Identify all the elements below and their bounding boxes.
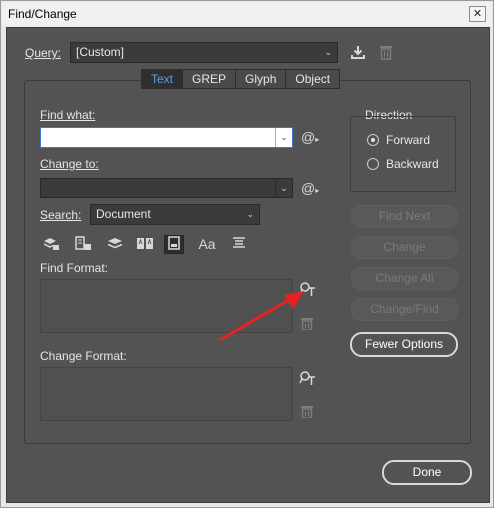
- chevron-down-icon: ⌄: [246, 209, 254, 219]
- whole-word-icon[interactable]: [229, 235, 249, 254]
- chevron-down-icon: ⌄: [324, 47, 332, 57]
- fewer-options-button[interactable]: Fewer Options: [350, 332, 458, 357]
- change-history-chevron-icon[interactable]: ⌄: [275, 179, 292, 197]
- change-special-glyph: @: [301, 180, 316, 196]
- done-button[interactable]: Done: [382, 460, 472, 485]
- tab-glyph[interactable]: Glyph: [235, 69, 287, 89]
- direction-forward-radio[interactable]: [367, 134, 379, 146]
- find-what-label: Find what:: [40, 108, 96, 122]
- query-label-text: Query:: [25, 46, 62, 60]
- change-find-button[interactable]: Change/Find: [351, 298, 458, 321]
- change-special-characters-icon[interactable]: @▸: [301, 180, 319, 196]
- direction-backward-radio[interactable]: [367, 158, 379, 170]
- search-label-text: Search:: [40, 208, 82, 222]
- delete-query-icon[interactable]: [379, 44, 393, 60]
- find-what-input[interactable]: ⌄: [40, 127, 293, 148]
- close-button[interactable]: ✕: [469, 6, 486, 22]
- find-next-button[interactable]: Find Next: [351, 205, 458, 228]
- find-special-glyph: @: [301, 129, 316, 145]
- include-locked-layers-icon[interactable]: [41, 235, 61, 254]
- tab-object[interactable]: Object: [285, 69, 341, 89]
- find-change-window: Find/Change ✕ Query: [Custom] ⌄ Text GRE…: [0, 0, 494, 508]
- include-hidden-layers-icon[interactable]: [105, 235, 125, 254]
- change-format-label: Change Format:: [40, 349, 127, 363]
- direction-backward-label[interactable]: Backward: [386, 157, 439, 171]
- change-to-input[interactable]: ⌄: [40, 178, 293, 198]
- dialog-body: Query: [Custom] ⌄ Text GREP Glyph Object…: [6, 27, 490, 503]
- tab-text[interactable]: Text: [141, 69, 184, 89]
- save-query-icon[interactable]: [350, 44, 366, 60]
- include-master-pages-icon[interactable]: [135, 235, 155, 254]
- find-format-label: Find Format:: [40, 261, 109, 275]
- include-footnotes-icon[interactable]: [164, 235, 184, 254]
- search-scope-dropdown[interactable]: Document ⌄: [90, 204, 260, 225]
- case-sensitive-icon[interactable]: Aa: [197, 235, 217, 254]
- window-title: Find/Change: [8, 7, 77, 21]
- clear-change-format-icon[interactable]: [301, 405, 313, 418]
- tab-grep[interactable]: GREP: [182, 69, 237, 89]
- include-locked-stories-icon[interactable]: [73, 235, 93, 254]
- find-history-chevron-icon[interactable]: ⌄: [275, 128, 292, 147]
- query-value: [Custom]: [76, 45, 125, 59]
- specify-change-format-icon[interactable]: [299, 370, 317, 386]
- search-scope-value: Document: [96, 207, 151, 221]
- change-button[interactable]: Change: [351, 236, 458, 259]
- change-all-button[interactable]: Change All: [351, 267, 458, 290]
- query-label: Query:: [25, 46, 61, 60]
- query-dropdown[interactable]: [Custom] ⌄: [70, 42, 338, 63]
- search-label: Search:: [40, 208, 81, 222]
- mode-tabs: Text GREP Glyph Object: [141, 69, 341, 89]
- change-to-label: Change to:: [40, 157, 99, 171]
- direction-group: [350, 116, 456, 192]
- direction-forward-label[interactable]: Forward: [386, 133, 430, 147]
- title-bar[interactable]: Find/Change ✕: [2, 2, 492, 26]
- annotation-arrow: [219, 291, 304, 342]
- find-special-characters-icon[interactable]: @▸: [301, 129, 319, 145]
- change-format-box[interactable]: [40, 367, 293, 421]
